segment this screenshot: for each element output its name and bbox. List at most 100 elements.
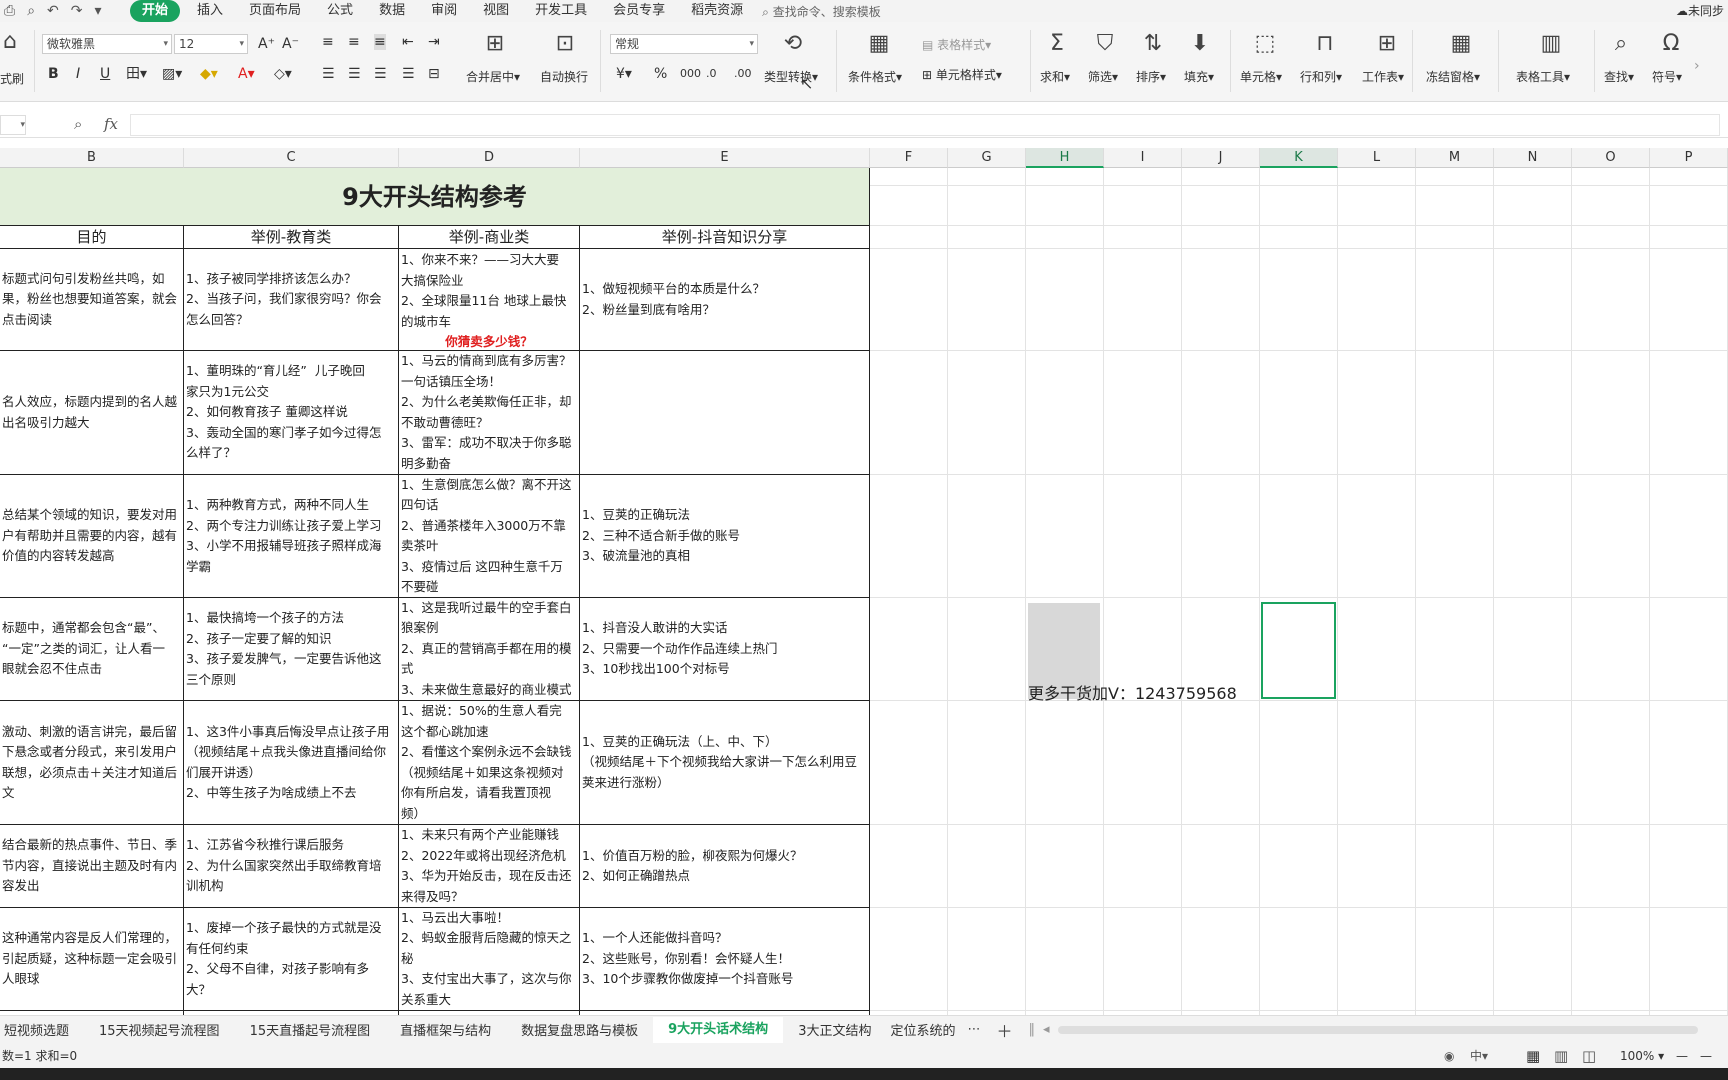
scroll-left-icon[interactable]: ◂ [1043,1022,1050,1037]
table-tools-icon[interactable]: ▥ [1536,32,1566,56]
empty-cell[interactable] [1260,825,1338,908]
thousands-icon[interactable]: 000 [680,66,701,82]
normal-view-icon[interactable]: ▦ [1526,1047,1540,1065]
format-painter-label[interactable]: 式刷 [0,70,24,87]
empty-cell[interactable] [1650,226,1728,249]
empty-cell[interactable] [1572,701,1650,825]
empty-cell[interactable] [1416,825,1494,908]
empty-cell[interactable] [1104,226,1182,249]
align-top-icon[interactable]: ≡ [322,34,334,50]
filter-icon[interactable]: ⛉ [1090,32,1120,56]
row-col-button[interactable]: 行和列▾ [1300,68,1342,85]
justify-icon[interactable]: ☰ [402,66,415,82]
col-header-k[interactable]: K [1260,148,1338,168]
cell-style-button[interactable]: ⊞ 单元格样式▾ [922,66,1002,83]
empty-cell[interactable] [1494,226,1572,249]
header-business[interactable]: 举例-商业类 [399,226,580,249]
sheet-tab[interactable]: 数据复盘思路与模板 [506,1020,653,1039]
col-header-g[interactable]: G [948,148,1026,168]
empty-cell[interactable] [870,475,948,598]
empty-cell[interactable] [1494,168,1572,186]
col-header-i[interactable]: I [1104,148,1182,168]
table-cell[interactable]: 1、一个人还能做抖音吗？ 2、这些账号，你别看！会怀疑人生！ 3、10个步骤教你… [580,908,870,1011]
sum-button[interactable]: 求和▾ [1040,68,1070,85]
table-cell[interactable]: 结合最新的热点事件、节日、季 节内容，直接说出主题及时有内 容发出 [0,825,184,908]
empty-cell[interactable] [1338,598,1416,701]
table-cell[interactable]: 1、抖音没人敢讲的大实话 2、只需要一个动作作品连续上热门 3、10秒找出100… [580,598,870,701]
empty-cell[interactable] [1104,475,1182,598]
command-search[interactable]: ⌕ 查找命令、搜索模板 [762,3,881,20]
empty-cell[interactable] [948,701,1026,825]
empty-cell[interactable] [1572,226,1650,249]
empty-cell[interactable] [1494,825,1572,908]
empty-cell[interactable] [1494,249,1572,351]
decrease-decimal-icon[interactable]: .00 [734,66,752,82]
col-header-b[interactable]: B [0,148,184,168]
merge-button[interactable]: 合并居中▾ [466,68,520,85]
fx-icon[interactable]: fx [104,115,118,133]
indent-decrease-icon[interactable]: ⇤ [402,34,414,50]
empty-cell[interactable] [1260,186,1338,226]
empty-cell[interactable] [1416,226,1494,249]
col-header-n[interactable]: N [1494,148,1572,168]
empty-cell[interactable] [1650,825,1728,908]
empty-cell[interactable] [1494,186,1572,226]
font-color-icon[interactable]: A▾ [238,66,255,82]
ime-indicator[interactable]: 中▾ [1470,1047,1488,1064]
empty-cell[interactable] [948,186,1026,226]
wrap-button[interactable]: 自动换行 [540,68,588,85]
col-header-c[interactable]: C [184,148,399,168]
empty-cell[interactable] [1416,908,1494,1011]
page-break-view-icon[interactable]: ◫ [1582,1047,1596,1065]
empty-cell[interactable] [870,825,948,908]
empty-cell[interactable] [870,226,948,249]
tab-review[interactable]: 审阅 [418,0,470,22]
table-cell[interactable]: 1、江苏省今秋推行课后服务 2、为什么国家突然出手取缔教育培 训机构 [184,825,399,908]
name-box[interactable]: ▾ [0,115,26,135]
table-cell[interactable]: 1、做短视频平台的本质是什么？ 2、粉丝量到底有啥用？ [580,249,870,351]
empty-cell[interactable] [1026,249,1104,351]
number-format-select[interactable]: 常规 ▾ [610,34,758,54]
empty-cell[interactable] [948,351,1026,475]
border-icon[interactable]: 田▾ [126,66,147,82]
freeze-icon[interactable]: ▦ [1446,32,1476,56]
empty-cell[interactable] [1182,186,1260,226]
page-layout-view-icon[interactable]: ▥ [1554,1047,1568,1065]
format-painter-icon[interactable]: ⌂ [0,30,20,54]
col-header-m[interactable]: M [1416,148,1494,168]
row-col-icon[interactable]: ⊓ [1310,32,1340,56]
sheet-tab[interactable]: 15天直播起号流程图 [235,1020,386,1039]
empty-cell[interactable] [1182,908,1260,1011]
empty-cell[interactable] [1182,249,1260,351]
col-header-j[interactable]: J [1182,148,1260,168]
empty-cell[interactable] [1572,598,1650,701]
empty-cell[interactable] [1416,351,1494,475]
table-cell[interactable]: 1、生意倒底怎么做？离不开这 四句话 2、普通茶楼年入3000万不靠 卖茶叶 3… [399,475,580,598]
empty-cell[interactable] [1260,168,1338,186]
zoom-out-icon[interactable]: — [1676,1049,1688,1063]
fill-style-icon[interactable]: ▨▾ [162,66,182,82]
empty-cell[interactable] [1104,701,1182,825]
table-cell[interactable]: 1、两种教育方式，两种不同人生 2、两个专注力训练让孩子爱上学习 3、小学不用报… [184,475,399,598]
tab-page-layout[interactable]: 页面布局 [236,0,314,22]
empty-cell[interactable] [1338,701,1416,825]
empty-cell[interactable] [1650,908,1728,1011]
empty-cell[interactable] [948,168,1026,186]
empty-cell[interactable] [1650,249,1728,351]
indent-increase-icon[interactable]: ⇥ [428,34,440,50]
symbol-button[interactable]: 符号▾ [1652,68,1682,85]
empty-cell[interactable] [1416,168,1494,186]
table-cell[interactable]: 1、董明珠的“育儿经” 儿子晚回 家只为1元公交 2、如何教育孩子 董卿这样说 … [184,351,399,475]
empty-cell[interactable] [948,825,1026,908]
header-purpose[interactable]: 目的 [0,226,184,249]
redo-icon[interactable]: ↷ [71,3,83,19]
empty-cell[interactable] [1182,226,1260,249]
cell-button[interactable]: 单元格▾ [1240,68,1282,85]
currency-icon[interactable]: ¥▾ [616,66,632,82]
col-header-f[interactable]: F [870,148,948,168]
table-cell[interactable]: 名人效应，标题内提到的名人越 出名吸引力越大 [0,351,184,475]
empty-cell[interactable] [1338,475,1416,598]
distribute-icon[interactable]: ⊟ [428,66,440,82]
italic-icon[interactable]: I [76,66,80,82]
empty-cell[interactable] [1416,249,1494,351]
